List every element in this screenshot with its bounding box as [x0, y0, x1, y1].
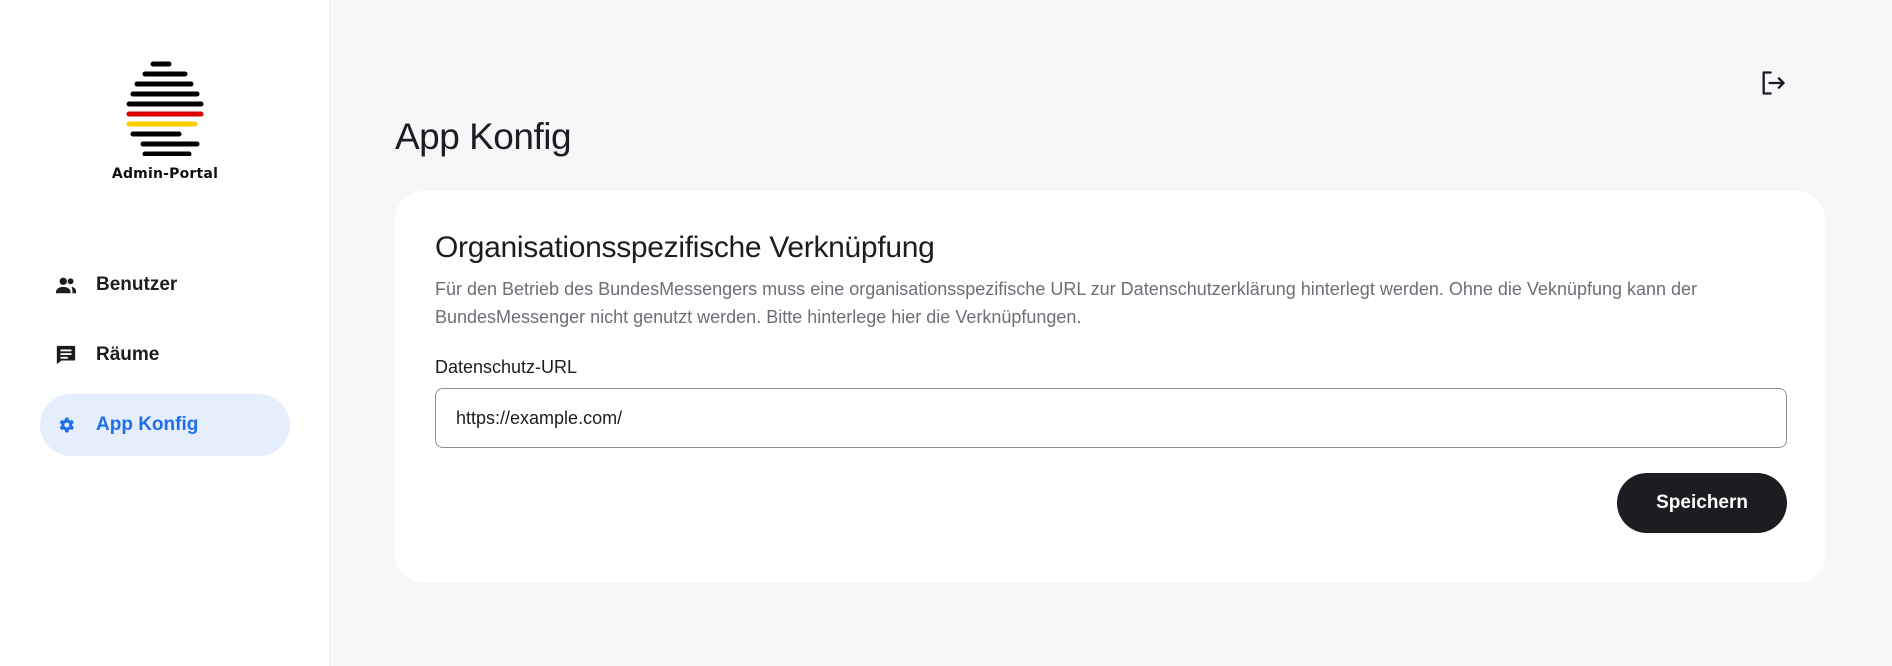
logo[interactable]: Admin-Portal	[0, 56, 330, 182]
card-description: Für den Betrieb des BundesMessengers mus…	[435, 279, 1698, 327]
logo-label: Admin-Portal	[111, 166, 219, 182]
sidebar-item-benutzer[interactable]: Benutzer	[40, 254, 290, 316]
save-button[interactable]: Speichern	[1617, 473, 1787, 533]
chat-message-icon	[54, 343, 78, 367]
sidebar: Admin-Portal Benutzer Räume App Konfig	[0, 0, 330, 666]
people-icon	[54, 273, 78, 297]
field-label: Datenschutz-URL	[435, 357, 578, 377]
sidebar-item-raeume[interactable]: Räume	[40, 324, 290, 386]
logout-button[interactable]	[1758, 68, 1788, 98]
card-title: Organisationsspezifische Verknüpfung	[435, 231, 935, 264]
sidebar-item-label: Räume	[96, 344, 160, 365]
config-card: Organisationsspezifische Verknüpfung Für…	[395, 191, 1825, 583]
main-content: App Konfig Organisationsspezifische Verk…	[330, 0, 1892, 666]
logout-icon	[1762, 71, 1785, 95]
app-root: Admin-Portal Benutzer Räume App Konfig A…	[0, 0, 1892, 666]
card-actions: Speichern	[435, 473, 1787, 533]
sidebar-item-app-konfig[interactable]: App Konfig	[40, 394, 290, 456]
privacy-url-input[interactable]	[435, 388, 1787, 448]
german-flag-stripes-logo	[126, 61, 204, 156]
sidebar-item-label: App Konfig	[96, 414, 199, 435]
gear-icon	[54, 413, 78, 437]
sidebar-item-label: Benutzer	[96, 274, 178, 295]
sidebar-nav: Benutzer Räume App Konfig	[40, 254, 290, 464]
page-title: App Konfig	[395, 116, 572, 157]
